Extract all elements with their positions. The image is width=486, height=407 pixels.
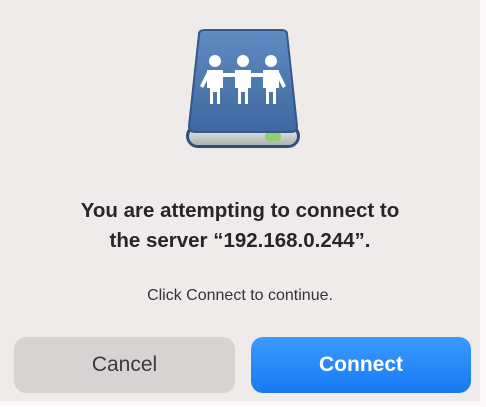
dialog-title-line-2: the server “192.168.0.244”. — [109, 229, 371, 252]
dialog-title: You are attempting to connect to the ser… — [0, 196, 480, 256]
connect-server-dialog: You are attempting to connect to the ser… — [0, 0, 486, 407]
dialog-title-line-1: You are attempting to connect to — [80, 199, 400, 222]
shared-network-server-icon — [183, 28, 303, 152]
dialog-message: Click Connect to continue. — [147, 287, 333, 304]
connect-button[interactable]: Connect — [251, 337, 471, 393]
cancel-button[interactable]: Cancel — [14, 337, 235, 393]
